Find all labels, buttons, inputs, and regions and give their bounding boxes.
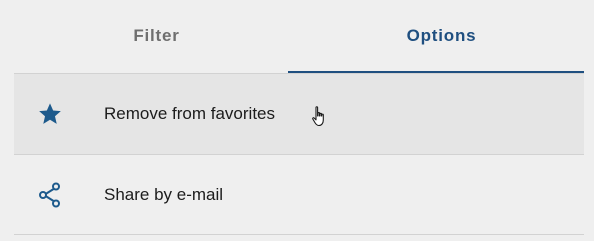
tab-filter[interactable]: Filter xyxy=(14,0,299,73)
remove-from-favorites-item[interactable]: Remove from favorites xyxy=(14,73,584,154)
share-by-email-item[interactable]: Share by e-mail xyxy=(14,154,584,235)
share-icon xyxy=(14,181,86,209)
options-panel: Filter Options Remove from favorites Sha… xyxy=(14,0,584,241)
tab-options[interactable]: Options xyxy=(299,0,584,73)
hand-pointer-cursor-icon xyxy=(311,105,329,129)
share-by-email-label: Share by e-mail xyxy=(104,184,224,204)
tab-bar: Filter Options xyxy=(14,0,584,73)
star-icon xyxy=(14,101,86,127)
remove-from-favorites-label: Remove from favorites xyxy=(104,104,275,123)
